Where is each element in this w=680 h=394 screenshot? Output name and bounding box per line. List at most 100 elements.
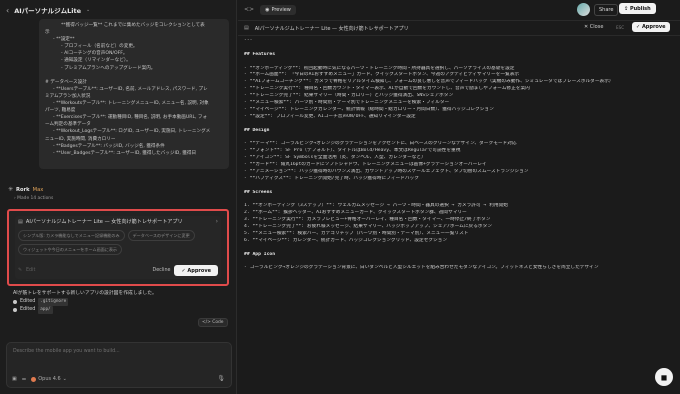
doc-line <box>244 134 674 141</box>
avatar[interactable] <box>577 3 590 16</box>
message-line: - プロフィール（名前など）の変更。 <box>61 44 138 50</box>
doc-line: - **カード**: 角丸16ptのカードにソフトシャドウ、トレーニングメニュー… <box>244 162 487 168</box>
doc-line: 1. **オンボーディング（3ステップ）**: ウェルカムメッセージ → パーツ… <box>244 203 508 209</box>
eye-icon: ◉ <box>265 6 270 13</box>
plan-doc-bar: ▤ AIパーソナルジムトレーナー Lite — 女性向け筋トレサポートアプリ ✕… <box>238 20 680 36</box>
chat-panel: ‹ AIパーソナルジムLite ⌄ **獲得バッジ一覧** これまでに集めたバッ… <box>0 0 237 394</box>
code-label: Code <box>212 320 224 325</box>
assistant-header: ✳ Rork Max <box>8 186 43 193</box>
settings-sliders-icon[interactable]: ⚌ <box>22 376 26 382</box>
chat-header: ‹ AIパーソナルジムLite ⌄ <box>0 0 236 20</box>
support-chat-icon[interactable]: ◼ <box>655 368 673 386</box>
suggestion-chips: シンプル版: カメラ機能なしでメニュー記録機能のみ データベースのデザインに変更ウ… <box>18 230 218 255</box>
edited-file-row[interactable]: Edited app/ <box>13 306 157 314</box>
doc-line: 2. **ホーム**: 挨拶ヘッダー、AIおすすめメニューカード、クイックスター… <box>244 210 467 216</box>
doc-line: - **トレーニング実行**: 種目名・回数カウント・タイマー表示、AIが自動で… <box>244 86 530 92</box>
doc-line <box>244 183 674 190</box>
publish-label: Publish <box>629 5 651 12</box>
message-line: - **Workoutsテーブル**: トレーニングメニューID, メニュー名,… <box>53 101 209 107</box>
preview-label: Preview <box>271 6 291 13</box>
doc-line: 3. **トレーニング実行**: カメラプレビュー+骨格オーバーレイ、種目名・回… <box>244 217 491 223</box>
message-line: パーツ, 難易度 <box>45 108 76 114</box>
message-line: - **Workout_Logsテーブル**: ログID, ユーザーID, 実施… <box>53 129 211 135</box>
top-toolbar: <> ◉ Preview Share ⇪ Publish <box>238 0 680 19</box>
suggestion-chip[interactable]: データベースのデザインに変更 <box>127 230 195 241</box>
doc-line: - **AIフォームコーチング**: カメラで骨格をリアルタイム検知し、フォーム… <box>244 79 614 85</box>
doc-line <box>244 45 674 52</box>
code-toggle-button[interactable]: </> Code <box>198 318 228 327</box>
image-icon[interactable]: ▣ <box>12 376 17 382</box>
prompt-placeholder: Describe the mobile app you want to buil… <box>13 349 120 354</box>
message-line: ミアムプラン加入状況 <box>45 93 91 99</box>
doc-line: 4. **トレーニング完了**: お疲れ様メッセージ、結果サマリー、バッジポップ… <box>244 224 492 230</box>
doc-heading: ## Features <box>244 51 276 57</box>
message-line: - **Exercisesテーブル**: 運動種目ID, 種目名, 説明, お手… <box>53 115 208 121</box>
share-button[interactable]: Share <box>594 4 619 16</box>
doc-line <box>244 121 674 128</box>
close-button[interactable]: ✕ Close <box>584 24 603 30</box>
doc-line: - **ホーム画面**: 「今日のAIおすすめメニュー」カード、クイックスタート… <box>244 72 520 78</box>
chevron-down-icon[interactable]: ⌄ <box>86 7 90 13</box>
doc-heading: ## App Icon <box>244 251 276 257</box>
model-select[interactable]: Opus 4.6 ⌄ <box>31 376 67 382</box>
sparkle-icon: ✳ <box>8 186 14 193</box>
message-line: - **Badgesテーブル**: バッジID, バッジ名, 獲得条件 <box>53 143 165 149</box>
actions-count[interactable]: › Made 14 actions <box>14 196 53 201</box>
approve-label: Approve <box>641 24 666 30</box>
upload-icon: ⇪ <box>624 5 629 12</box>
doc-line: - **アイコン**: SF Symbolsを全面活用（炎、ダンベル、人型、カレ… <box>244 155 426 161</box>
plan-card-header[interactable]: ▤ AIパーソナルジムトレーナー Lite — 女性向け筋トレサポートアプリ › <box>18 218 218 225</box>
doc-line <box>244 59 674 66</box>
actions-text: Made 14 actions <box>17 196 54 201</box>
doc-line <box>244 245 674 252</box>
doc-heading: ## Design <box>244 127 270 133</box>
plan-card-title: AIパーソナルジムトレーナー Lite — 女性向け筋トレサポートアプリ <box>25 219 183 225</box>
doc-line: - **トレーニング完了**: 結果サマリー（時間・カロリー）とバッジ獲得演出、… <box>244 93 454 99</box>
microphone-icon[interactable]: 🎙 <box>217 375 225 382</box>
assistant-summary: AIが筋トレをサポートする新しいアプリの設計図を作成しました。 Edited .… <box>13 290 157 314</box>
plan-message: **獲得バッジ一覧** これまでに集めたバッジをコレクションとして表示 - **設… <box>39 19 229 169</box>
message-line: 示 <box>45 30 50 36</box>
message-line: - **User_Badgesテーブル**: ユーザーID, 獲得したバッジID… <box>53 150 197 156</box>
message-line: ニューID, 実施時間, 消費カロリー <box>45 136 116 142</box>
doc-line <box>244 259 674 266</box>
suggestion-chip[interactable]: シンプル版: カメラ機能なしでメニュー記録機能のみ <box>18 230 125 241</box>
app-window: ‹ AIパーソナルジムLite ⌄ **獲得バッジ一覧** これまでに集めたバッ… <box>0 0 680 394</box>
approve-button[interactable]: ✓ Approve <box>174 265 218 276</box>
chevron-down-icon: ⌄ <box>62 376 67 382</box>
model-label: Opus 4.6 <box>38 376 61 382</box>
chevron-right-icon: › <box>14 196 16 201</box>
publish-button[interactable]: ⇪ Publish <box>619 3 656 14</box>
edited-file-row[interactable]: Edited .gitignore <box>13 298 157 306</box>
document-icon: ▤ <box>18 218 23 225</box>
doc-heading: ## Screens <box>244 189 273 195</box>
decline-button[interactable]: Decline <box>153 268 171 273</box>
doc-line: - **メニュー検索**: パーツ別・時間別・テーマ別でトレーニングメニューを検… <box>244 100 450 106</box>
doc-line <box>244 196 674 203</box>
approve-plan-button[interactable]: ✓ Approve <box>632 22 670 32</box>
project-title[interactable]: AIパーソナルジムLite <box>14 5 81 15</box>
plan-doc-title: AIパーソナルジムトレーナー Lite — 女性向け筋トレサポートアプリ <box>254 25 409 32</box>
doc-line: - **マイページ**: トレーニングカレンダー、統計情報（総時間・総カロリー・… <box>244 106 494 112</box>
code-view-icon[interactable]: <> <box>244 6 254 13</box>
esc-hint: ESC <box>616 25 625 30</box>
back-chevron-icon[interactable]: ‹ <box>6 6 9 15</box>
doc-line: - **ハプティクス**: トレーニング開始/完了時、バッジ獲得時にフィードバッ… <box>244 175 419 181</box>
edited-file: app/ <box>38 306 53 314</box>
message-line <box>45 72 223 79</box>
edited-label: Edited <box>20 299 36 304</box>
doc-line: --- <box>244 38 253 43</box>
message-line: - **Usersテーブル**: ユーザーID, 名前, メールアドレス, パス… <box>53 86 208 92</box>
suggestion-chip[interactable]: ウィジェットや今日のメニューをホーム画面に表示 <box>18 244 123 255</box>
message-line: # データベース設計 <box>45 79 87 85</box>
edit-button[interactable]: Edit <box>26 268 35 273</box>
file-dot-icon <box>13 300 17 304</box>
doc-line: - **フォント**: SF Pro（デフォルト）、タイトルはBold/Heav… <box>244 148 461 154</box>
prompt-input[interactable]: Describe the mobile app you want to buil… <box>6 342 232 388</box>
preview-tab[interactable]: ◉ Preview <box>260 4 296 15</box>
edit-icon: ✎ <box>18 268 23 273</box>
message-line: - 通知設定（リマインダーなど）。 <box>61 58 131 64</box>
doc-line: 5. **メニュー検索**: 検索バー、カテゴリチップ（パーツ別・時間別・テーマ… <box>244 230 469 236</box>
doc-line: - **アニメーション**: バッジ獲得時のバウンス演出、カウントアップ時のスケ… <box>244 168 529 174</box>
plan-document: --- ## Features - **オンボーディング**: 初回起動時に気に… <box>244 38 674 272</box>
